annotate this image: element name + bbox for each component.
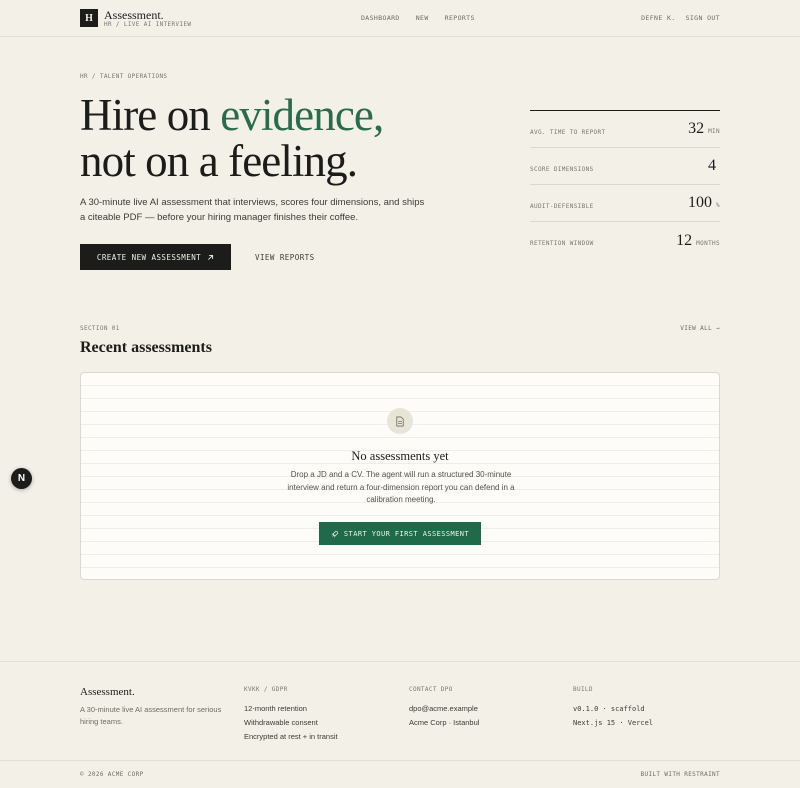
document-icon: [387, 408, 413, 434]
user-name[interactable]: DEFNE K.: [641, 14, 675, 22]
built-with: BUILT WITH RESTRAINT: [640, 771, 720, 778]
page-title: Hire on evidence, not on a feeling.: [80, 90, 384, 186]
view-all-link[interactable]: VIEW ALL →: [680, 325, 720, 332]
stat-label: RETENTION WINDOW: [530, 240, 594, 247]
start-first-assessment-label: START YOUR FIRST ASSESSMENT: [343, 529, 470, 538]
hero-description: A 30-minute live AI assessment that inte…: [80, 197, 425, 223]
footer-heading: BUILD: [573, 686, 593, 693]
footer-heading: CONTACT DPO: [409, 686, 453, 693]
title-line1: Hire on: [80, 90, 221, 140]
footer-item: Acme Corp · Istanbul: [409, 718, 480, 727]
stat-label: AUDIT-DEFENSIBLE: [530, 202, 594, 210]
footer-build: BUILD v0.1.0 · scaffold Next.js 15 · Ver…: [573, 686, 653, 730]
nextjs-devtools-badge[interactable]: N: [11, 468, 32, 489]
footer-brand: Assessment.: [80, 686, 135, 698]
create-assessment-label: CREATE NEW ASSESSMENT: [96, 252, 202, 262]
user-menu: DEFNE K. SIGN OUT: [641, 14, 720, 22]
footer-item: 12-month retention: [244, 704, 307, 713]
nav-new[interactable]: NEW: [416, 14, 429, 22]
arrow-up-right-icon: [208, 254, 214, 260]
stat-unit: MONTHS: [696, 239, 720, 247]
stat-row: AUDIT-DEFENSIBLE 100%: [530, 185, 720, 222]
footer: Assessment. A 30-minute live AI assessme…: [0, 661, 800, 788]
footer-compliance: KVKK / GDPR 12-month retention Withdrawa…: [244, 686, 338, 744]
footer-tagline: A 30-minute live AI assessment for serio…: [80, 705, 222, 726]
stat-value: 32: [688, 120, 705, 137]
footer-item: v0.1.0 · scaffold: [573, 705, 645, 713]
create-assessment-button[interactable]: CREATE NEW ASSESSMENT: [80, 244, 231, 270]
section-title: Recent assessments: [80, 339, 212, 356]
footer-bottom: © 2026 ACME CORP BUILT WITH RESTRAINT: [0, 760, 800, 778]
nav-dashboard[interactable]: DASHBOARD: [361, 14, 400, 22]
stat-unit: MIN: [708, 128, 720, 135]
empty-state-card: No assessments yet Drop a JD and a CV. T…: [80, 372, 720, 580]
main-nav: DASHBOARD NEW REPORTS: [361, 14, 475, 22]
sign-out-link[interactable]: SIGN OUT: [686, 14, 720, 22]
stats-panel: AVG. TIME TO REPORT 32 MIN SCORE DIMENSIO…: [530, 110, 720, 259]
stat-unit: %: [716, 202, 720, 209]
section-label: SECTION 01: [80, 325, 120, 332]
stat-row: SCORE DIMENSIONS 4: [530, 148, 720, 185]
footer-heading: KVKK / GDPR: [244, 686, 288, 693]
dpo-email-link[interactable]: dpo@acme.example: [409, 702, 479, 716]
rocket-icon: [331, 530, 339, 537]
top-header: H Assessment. HR / LIVE AI INTERVIEW DAS…: [0, 0, 800, 37]
breadcrumb: HR / TALENT OPERATIONS: [80, 73, 168, 80]
empty-state-title: No assessments yet: [351, 449, 449, 463]
start-first-assessment-button[interactable]: START YOUR FIRST ASSESSMENT: [319, 522, 481, 545]
nav-reports[interactable]: REPORTS: [445, 14, 475, 22]
view-reports-button[interactable]: VIEW REPORTS: [255, 253, 315, 262]
copyright: © 2026 ACME CORP: [80, 771, 144, 778]
title-line2: not on a feeling.: [80, 136, 358, 186]
stat-row: RETENTION WINDOW 12 MONTHS: [530, 222, 720, 259]
empty-state-description: Drop a JD and a CV. The agent will run a…: [287, 470, 515, 504]
stat-value: 4: [708, 157, 716, 174]
stat-value: 12: [676, 231, 693, 249]
stat-value: 100: [688, 194, 713, 211]
brand-tagline: HR / LIVE AI INTERVIEW: [104, 21, 192, 28]
footer-item: Encrypted at rest + in transit: [244, 732, 338, 741]
logo-mark[interactable]: H: [80, 9, 98, 27]
footer-contact: CONTACT DPO dpo@acme.example Acme Corp ·…: [409, 686, 479, 730]
stat-label: SCORE DIMENSIONS: [530, 165, 594, 173]
stat-row: AVG. TIME TO REPORT 32 MIN: [530, 111, 720, 148]
footer-item: Withdrawable consent: [244, 718, 318, 727]
title-accent: evidence,: [220, 90, 384, 140]
footer-item: Next.js 15 · Vercel: [573, 719, 654, 727]
stat-label: AVG. TIME TO REPORT: [530, 128, 606, 136]
